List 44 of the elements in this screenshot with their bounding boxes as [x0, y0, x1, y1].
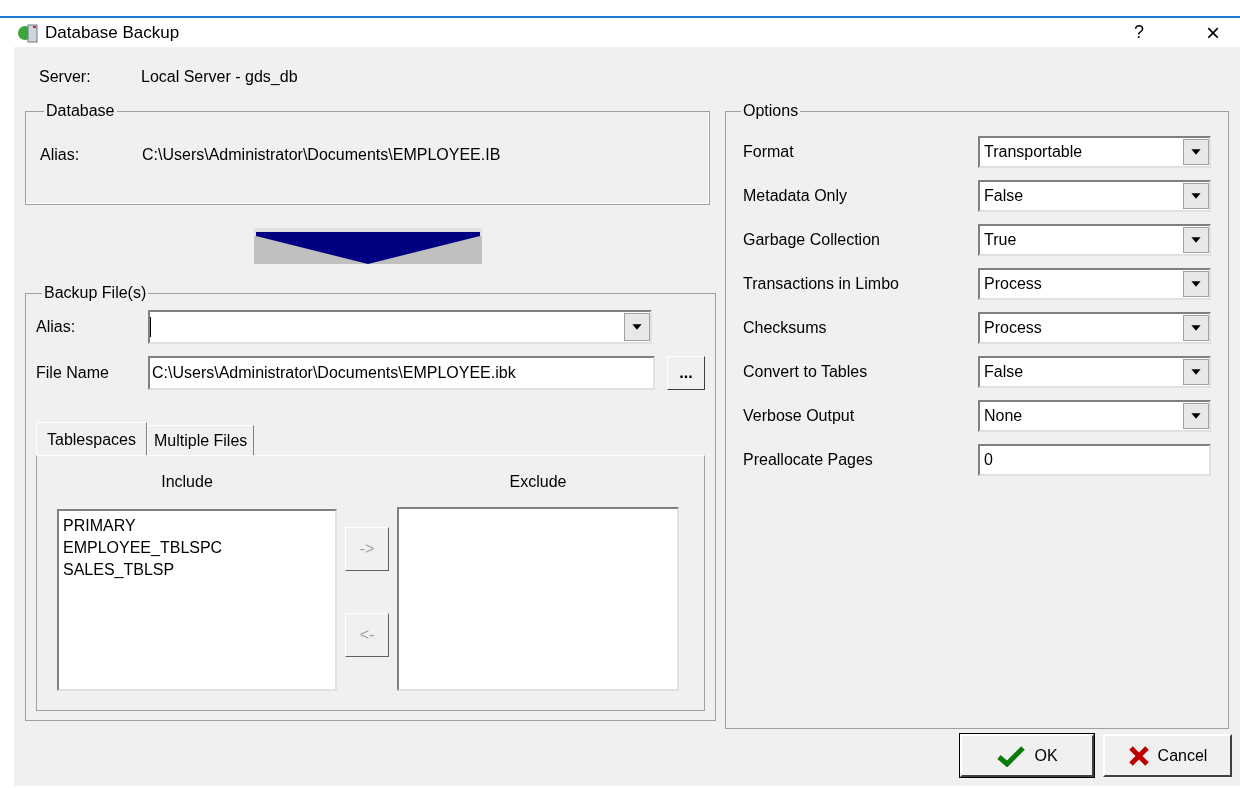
- option-label: Convert to Tables: [743, 362, 869, 382]
- list-item[interactable]: PRIMARY: [63, 515, 335, 537]
- close-button[interactable]: ×: [1198, 14, 1228, 51]
- checkmark-icon: [996, 744, 1027, 767]
- exclude-label: Exclude: [509, 472, 567, 492]
- option-label: Checksums: [743, 318, 828, 338]
- option-label: Verbose Output: [743, 406, 856, 426]
- server-name: Local Server - gds_db: [141, 67, 298, 87]
- list-item[interactable]: SALES_TBLSP: [63, 559, 335, 581]
- alias-combo-box[interactable]: [148, 310, 652, 344]
- file-name-field[interactable]: C:\Users\Administrator\Documents\EMPLOYEE.ibk: [148, 356, 655, 390]
- file-name-label: File Name: [36, 363, 110, 383]
- option-label: Metadata Only: [743, 186, 849, 206]
- option-label: Garbage Collection: [743, 230, 881, 250]
- alias-label: Alias:: [40, 145, 81, 165]
- browse-button[interactable]: ...: [667, 356, 705, 390]
- database-server-icon: [17, 21, 39, 44]
- option-label: Format: [743, 142, 795, 162]
- option-dropdown[interactable]: False: [978, 180, 1211, 212]
- window-title: Database Backup: [45, 21, 180, 44]
- group-title: Database: [45, 101, 116, 121]
- ok-button[interactable]: OK: [960, 734, 1094, 777]
- option-dropdown[interactable]: Process: [978, 312, 1211, 344]
- option-dropdown[interactable]: False: [978, 356, 1211, 388]
- cancel-button[interactable]: Cancel: [1103, 734, 1232, 777]
- tab[interactable]: Multiple Files: [146, 425, 255, 455]
- option-dropdown[interactable]: Process: [978, 268, 1211, 300]
- list-item[interactable]: EMPLOYEE_TBLSPC: [63, 537, 335, 559]
- alias-path: C:\Users\Administrator\Documents\EMPLOYEE.IB: [142, 145, 501, 165]
- option-dropdown[interactable]: None: [978, 400, 1211, 432]
- group-title: Backup File(s): [43, 283, 148, 303]
- help-button[interactable]: ?: [1124, 19, 1154, 46]
- option-dropdown[interactable]: Transportable: [978, 136, 1211, 168]
- option-label: Transactions in Limbo: [743, 274, 900, 294]
- server-label: Server:: [39, 67, 92, 87]
- option-dropdown[interactable]: True: [978, 224, 1211, 256]
- include-label: Include: [161, 472, 213, 492]
- alias-label: Alias:: [36, 317, 77, 337]
- tab[interactable]: Tablespaces: [36, 422, 147, 456]
- option-field[interactable]: 0: [978, 444, 1211, 476]
- option-label: Preallocate Pages: [743, 450, 874, 470]
- group-title: Options: [742, 101, 800, 121]
- include-list[interactable]: PRIMARY EMPLOYEE_TBLSPC SALES_TBLSP: [57, 509, 337, 691]
- cross-icon: [1127, 744, 1150, 767]
